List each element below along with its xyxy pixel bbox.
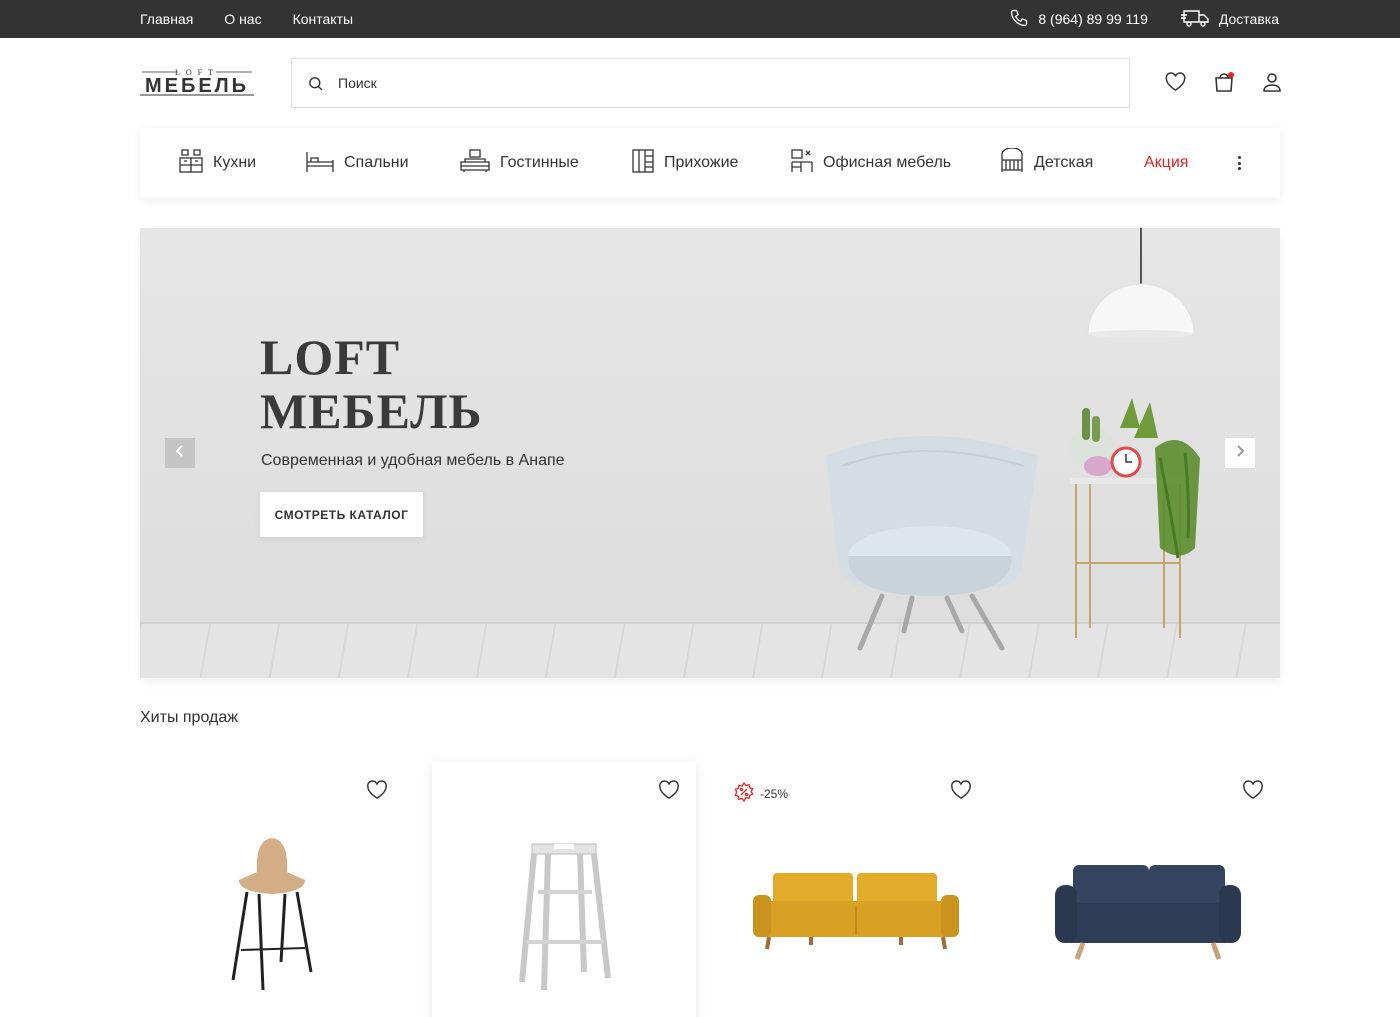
top-bar: Главная О нас Контакты 8 (964) 89 99 119… <box>0 0 1400 38</box>
category-bedrooms[interactable]: Спальни <box>305 128 409 198</box>
top-nav: Главная О нас Контакты <box>140 0 353 38</box>
search-input[interactable] <box>338 75 1129 91</box>
delivery-label: Доставка <box>1218 11 1279 27</box>
office-desk-icon <box>790 148 814 179</box>
nav-link-about[interactable]: О нас <box>224 11 261 27</box>
product-image[interactable] <box>724 822 988 1002</box>
category-office[interactable]: Офисная мебель <box>790 128 951 198</box>
user-icon[interactable] <box>1260 70 1283 94</box>
discount-badge: -25% <box>734 781 789 805</box>
product-card[interactable]: -25% <box>724 762 988 1017</box>
category-living-rooms[interactable]: Гостинные <box>459 128 579 198</box>
view-catalog-button[interactable]: СМОТРЕТЬ КАТАЛОГ <box>260 492 423 537</box>
category-sale[interactable]: Акция <box>1144 128 1188 198</box>
delivery-link[interactable]: Доставка <box>1180 8 1279 31</box>
phone-number: 8 (964) 89 99 119 <box>1038 11 1148 27</box>
slider-prev-button[interactable] <box>165 438 195 468</box>
header-actions <box>1164 70 1283 94</box>
cart-icon[interactable] <box>1212 70 1235 94</box>
category-hallways[interactable]: Прихожие <box>631 128 738 198</box>
search-bar <box>291 58 1130 108</box>
heart-icon[interactable] <box>366 780 388 800</box>
cart-indicator <box>1228 72 1234 78</box>
hero-subtitle: Современная и удобная мебель в Анапе <box>261 452 565 469</box>
category-kids[interactable]: Детская <box>999 128 1093 198</box>
category-kitchens[interactable]: Кухни <box>178 128 256 198</box>
more-menu-icon[interactable] <box>1234 153 1244 173</box>
discount-value: -25% <box>760 786 789 801</box>
product-image[interactable] <box>432 822 696 1002</box>
truck-icon <box>1180 8 1210 31</box>
chevron-left-icon <box>175 444 184 462</box>
heart-icon[interactable] <box>658 780 680 800</box>
heart-icon[interactable] <box>950 780 972 800</box>
slider-next-button[interactable] <box>1225 438 1255 468</box>
phone-link[interactable]: 8 (964) 89 99 119 <box>1009 8 1148 31</box>
wardrobe-icon <box>631 148 655 179</box>
crib-icon <box>999 146 1025 179</box>
phone-icon <box>1009 8 1029 31</box>
category-nav: Кухни Спальни Гостинные Прихожие Офисная… <box>140 128 1280 198</box>
product-card[interactable] <box>432 762 696 1017</box>
product-card[interactable] <box>140 762 404 1017</box>
section-title-bestsellers: Хиты продаж <box>140 709 238 726</box>
living-room-icon <box>459 148 491 179</box>
search-icon[interactable] <box>292 75 338 92</box>
product-image[interactable] <box>140 822 404 1002</box>
hero-banner: LOFT МЕБЕЛЬ Современная и удобная мебель… <box>140 228 1280 678</box>
nav-link-home[interactable]: Главная <box>140 11 193 27</box>
top-contacts: 8 (964) 89 99 119 Доставка <box>1009 0 1279 38</box>
armchair-image <box>826 436 1038 651</box>
logo[interactable]: LOFT МЕБЕЛЬ <box>140 67 254 97</box>
pendant-lamp-image <box>1087 228 1195 338</box>
chevron-right-icon <box>1236 444 1245 462</box>
kitchen-icon <box>178 148 204 179</box>
nav-link-contacts[interactable]: Контакты <box>293 11 353 27</box>
heart-icon[interactable] <box>1242 780 1264 800</box>
discount-icon <box>734 781 754 805</box>
hero-title: LOFT МЕБЕЛЬ <box>260 329 483 439</box>
bed-icon <box>305 148 335 179</box>
side-table-plants-image <box>1070 398 1200 638</box>
product-image[interactable] <box>1016 822 1280 1002</box>
product-card[interactable] <box>1016 762 1280 1017</box>
favorites-icon[interactable] <box>1164 70 1187 94</box>
logo-main-text: МЕБЕЛЬ <box>145 75 249 97</box>
